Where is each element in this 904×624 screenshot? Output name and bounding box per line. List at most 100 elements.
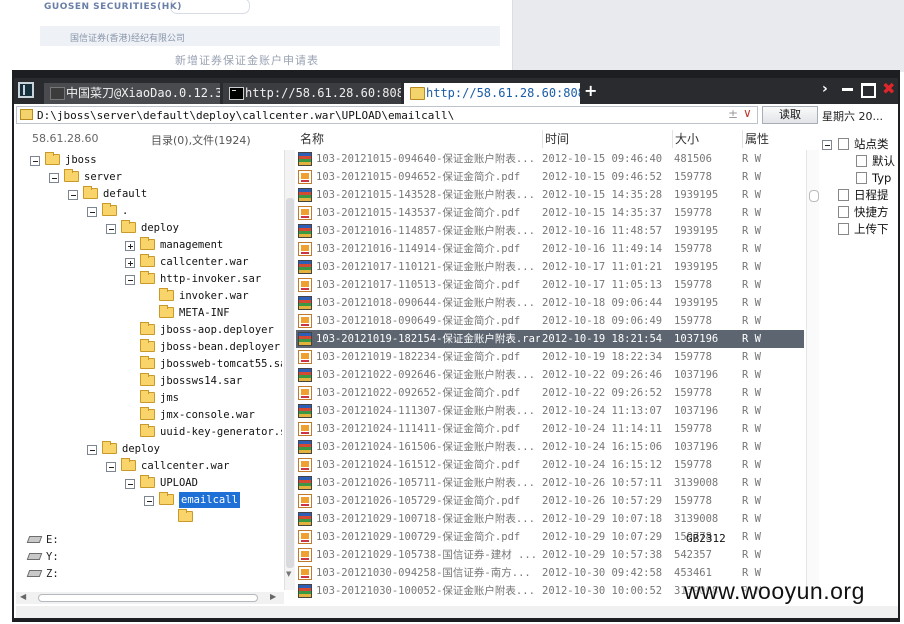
- drive-label: Z:: [46, 568, 59, 578]
- folder-icon: [121, 220, 136, 233]
- file-attr: R W: [742, 441, 761, 453]
- file-row[interactable]: 103-20121022-092646-保证金账户附表... 2012-10-22…: [296, 366, 804, 384]
- close-icon[interactable]: ✖: [882, 79, 895, 98]
- file-attr: R W: [742, 351, 761, 363]
- file-row[interactable]: 103-20121016-114914-保证金简介.pdf 2012-10-16 …: [296, 240, 804, 258]
- file-size: 3139008: [674, 477, 719, 489]
- maximize-icon[interactable]: [861, 83, 876, 98]
- tree-node-label: callcenter.war: [160, 256, 249, 268]
- collapse-icon[interactable]: [68, 190, 78, 200]
- tree-node-label: deploy: [122, 443, 160, 455]
- scrollbar-thumb[interactable]: [286, 198, 294, 568]
- folder-icon: [102, 203, 117, 216]
- collapse-icon[interactable]: [30, 156, 40, 166]
- file-row[interactable]: 103-20121024-111411-保证金简介.pdf 2012-10-24 …: [296, 420, 804, 438]
- file-row[interactable]: 103-20121018-090644-保证金账户附表... 2012-10-18…: [296, 294, 804, 312]
- scrollbar-thumb[interactable]: [809, 190, 819, 202]
- tree-horizontal-scrollbar[interactable]: ◀ ▶: [16, 592, 284, 604]
- file-name: 103-20121026-105729-保证金简介.pdf: [316, 495, 521, 507]
- column-header-size[interactable]: 大小: [672, 130, 699, 148]
- file-row[interactable]: 103-20121026-105711-保证金账户附表... 2012-10-26…: [296, 474, 804, 492]
- file-row[interactable]: 103-20121015-143528-保证金账户附表... 2012-10-15…: [296, 186, 804, 204]
- expand-icon[interactable]: [125, 241, 135, 251]
- tree-node-label: jboss-bean.deployer: [160, 341, 281, 353]
- path-value: D:\jboss\server\default\deploy\callcente…: [37, 109, 455, 122]
- column-header-attr[interactable]: 属性: [742, 130, 769, 148]
- file-attr: R W: [742, 477, 761, 489]
- pdf-file-icon: [298, 242, 312, 256]
- chevron-down-icon[interactable]: ∨: [743, 106, 752, 120]
- file-attr: R W: [742, 297, 761, 309]
- file-size: 159778: [674, 423, 712, 435]
- file-time: 2012-10-29 10:07:29: [542, 531, 663, 543]
- file-list-scrollbar[interactable]: [806, 150, 819, 590]
- new-tab-button[interactable]: +: [584, 81, 597, 100]
- tab-file-manager[interactable]: http://58.61.28.60:808...: [404, 83, 580, 104]
- file-name: 103-20121016-114857-保证金账户附表...: [316, 225, 535, 237]
- file-time: 2012-10-29 10:07:18: [542, 513, 663, 525]
- file-row[interactable]: 103-20121017-110121-保证金账户附表... 2012-10-17…: [296, 258, 804, 276]
- pdf-file-icon: [298, 458, 312, 472]
- chevron-right-icon[interactable]: ›: [822, 81, 828, 97]
- file-name: 103-20121024-111411-保证金简介.pdf: [316, 423, 521, 435]
- file-row[interactable]: 103-20121024-161512-保证金简介.pdf 2012-10-24 …: [296, 456, 804, 474]
- expand-icon[interactable]: [125, 258, 135, 268]
- file-time: 2012-10-30 10:00:52: [542, 585, 663, 597]
- scroll-down-icon[interactable]: ▼: [286, 570, 291, 578]
- file-row[interactable]: 103-20121015-143537-保证金简介.pdf 2012-10-15 …: [296, 204, 804, 222]
- file-row[interactable]: 103-20121026-105729-保证金简介.pdf 2012-10-26 …: [296, 492, 804, 510]
- tab-main[interactable]: 中国菜刀@XiaoDao.0.12.30: [44, 83, 220, 104]
- collapse-icon[interactable]: [144, 496, 154, 506]
- collapse-icon[interactable]: [125, 479, 135, 489]
- file-size: 1939195: [674, 261, 719, 273]
- file-row[interactable]: 103-20121018-090649-保证金简介.pdf 2012-10-18 …: [296, 312, 804, 330]
- read-button[interactable]: 读取: [762, 106, 818, 124]
- folder-icon: [178, 509, 193, 522]
- file-row[interactable]: 103-20121029-105738-国信证券-建材 ... 2012-10-2…: [296, 546, 804, 564]
- collapse-icon[interactable]: [87, 445, 97, 455]
- folder-icon: [140, 407, 155, 420]
- collapse-icon[interactable]: [125, 275, 135, 285]
- plus-minus-icon[interactable]: ±: [728, 107, 738, 121]
- path-input[interactable]: D:\jboss\server\default\deploy\callcente…: [16, 106, 758, 124]
- column-header-name[interactable]: 名称: [300, 130, 324, 148]
- tab-terminal[interactable]: http://58.61.28.60:808...: [223, 83, 401, 104]
- file-attr: R W: [742, 153, 761, 165]
- file-row[interactable]: 103-20121024-111307-保证金账户附表... 2012-10-24…: [296, 402, 804, 420]
- file-size: 481506: [674, 153, 712, 165]
- file-attr: R W: [742, 549, 761, 561]
- document-company-name: 国信证券(香港)经纪有限公司: [70, 34, 186, 44]
- collapse-icon[interactable]: [87, 207, 97, 217]
- file-row[interactable]: 103-20121024-161506-保证金账户附表... 2012-10-24…: [296, 438, 804, 456]
- folder-icon: [102, 441, 117, 454]
- collapse-icon[interactable]: [106, 224, 116, 234]
- file-time: 2012-10-24 16:15:06: [542, 441, 663, 453]
- file-row[interactable]: 103-20121029-100729-保证金简介.pdf 2012-10-29 …: [296, 528, 804, 546]
- column-header-time[interactable]: 时间: [542, 130, 569, 148]
- file-time: 2012-10-18 09:06:44: [542, 297, 663, 309]
- minimize-icon[interactable]: [842, 88, 853, 91]
- file-name: 103-20121029-100718-保证金账户附表...: [316, 513, 535, 525]
- pdf-file-icon: [298, 278, 312, 292]
- file-row[interactable]: 103-20121016-114857-保证金账户附表... 2012-10-16…: [296, 222, 804, 240]
- tree-vertical-scrollbar[interactable]: ▼: [284, 150, 295, 590]
- file-row[interactable]: 103-20121015-094652-保证金简介.pdf 2012-10-15 …: [296, 168, 804, 186]
- collapse-icon[interactable]: [106, 462, 116, 472]
- collapse-icon[interactable]: [822, 140, 832, 150]
- collapse-icon[interactable]: [49, 173, 59, 183]
- folder-icon: [140, 390, 155, 403]
- file-row[interactable]: 103-20121029-100718-保证金账户附表... 2012-10-29…: [296, 510, 804, 528]
- file-row[interactable]: 103-20121019-182154-保证金账户附表.rar 2012-10-1…: [296, 330, 804, 348]
- file-attr: R W: [742, 261, 761, 273]
- scrollbar-thumb[interactable]: [38, 594, 258, 602]
- pdf-file-icon: [298, 350, 312, 364]
- file-row[interactable]: 103-20121017-110513-保证金简介.pdf 2012-10-17 …: [296, 276, 804, 294]
- app-menu-icon[interactable]: [18, 82, 34, 98]
- file-row[interactable]: 103-20121022-092652-保证金简介.pdf 2012-10-22 …: [296, 384, 804, 402]
- scroll-left-icon[interactable]: ◀: [20, 592, 26, 601]
- file-row[interactable]: 103-20121015-094640-保证金账户附表... 2012-10-15…: [296, 150, 804, 168]
- scroll-right-icon[interactable]: ▶: [270, 592, 276, 601]
- tree-node-label: deploy: [141, 222, 179, 234]
- tree-node-label: jmx-console.war: [160, 409, 255, 421]
- file-row[interactable]: 103-20121019-182234-保证金简介.pdf 2012-10-19 …: [296, 348, 804, 366]
